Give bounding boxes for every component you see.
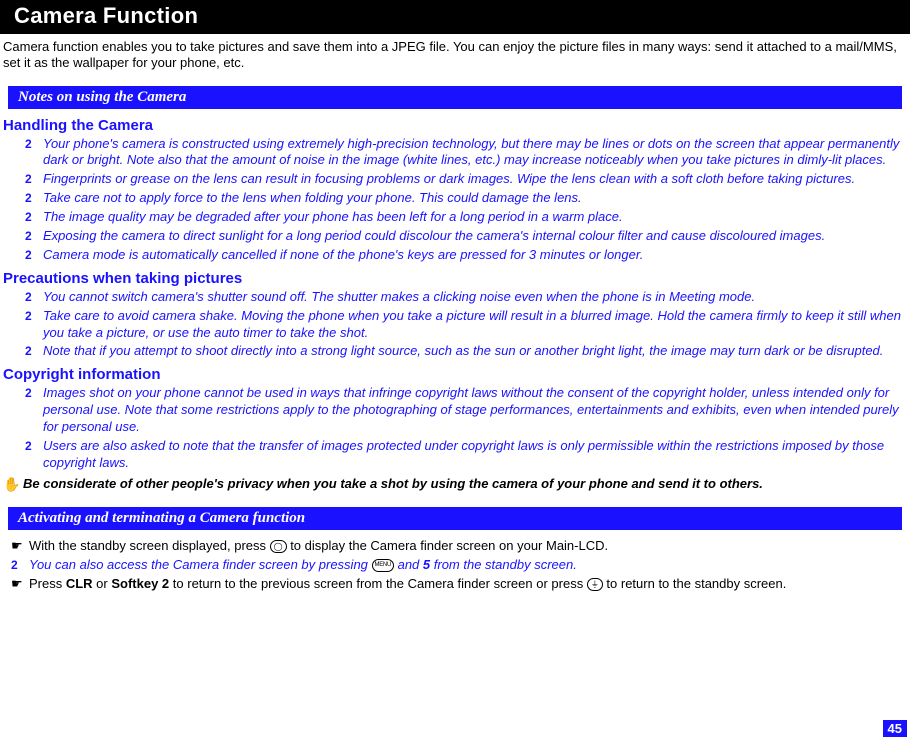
list-item: 2Images shot on your phone cannot be use…: [25, 385, 907, 436]
bullet-text: Users are also asked to note that the tr…: [43, 438, 907, 472]
bullet-text: Camera mode is automatically cancelled i…: [43, 247, 907, 264]
step-text: With the standby screen displayed, press…: [29, 538, 907, 555]
list-item: 2You cannot switch camera's shutter soun…: [25, 289, 907, 306]
text-fragment: You can also access the Camera finder sc…: [29, 557, 372, 572]
end-key-icon: ⏚: [587, 578, 603, 591]
text-fragment: to return to the previous screen from th…: [169, 576, 587, 591]
privacy-note: ✋ Be considerate of other people's priva…: [3, 476, 907, 493]
precautions-bullet-list: 2You cannot switch camera's shutter soun…: [0, 289, 910, 361]
step-text: You can also access the Camera finder sc…: [29, 557, 907, 574]
page-title: Camera Function: [14, 3, 198, 28]
page-title-bar: Camera Function: [0, 0, 910, 34]
book-icon: 2: [25, 385, 43, 401]
list-item: 2The image quality may be degraded after…: [25, 209, 907, 226]
list-item: 2Fingerprints or grease on the lens can …: [25, 171, 907, 188]
bullet-text: You cannot switch camera's shutter sound…: [43, 289, 907, 306]
sub-precautions-heading: Precautions when taking pictures: [3, 270, 907, 287]
bullet-text: Images shot on your phone cannot be used…: [43, 385, 907, 436]
book-icon: 2: [25, 308, 43, 324]
section-notes-heading: Notes on using the Camera: [8, 86, 902, 109]
book-icon: 2: [25, 343, 43, 359]
text-fragment: to display the Camera finder screen on y…: [287, 538, 609, 553]
book-icon: 2: [25, 438, 43, 454]
step-text: Press CLR or Softkey 2 to return to the …: [29, 576, 907, 593]
section-activating-heading: Activating and terminating a Camera func…: [8, 507, 902, 530]
list-item: 2Camera mode is automatically cancelled …: [25, 247, 907, 264]
book-icon: 2: [25, 289, 43, 305]
circle-key-icon: ◯: [270, 540, 287, 553]
list-item: ☛ Press CLR or Softkey 2 to return to th…: [11, 576, 907, 593]
bullet-text: The image quality may be degraded after …: [43, 209, 907, 226]
list-item: 2Note that if you attempt to shoot direc…: [25, 343, 907, 360]
text-fragment: Press: [29, 576, 66, 591]
list-item: 2 You can also access the Camera finder …: [11, 557, 907, 574]
privacy-note-text: Be considerate of other people's privacy…: [23, 476, 907, 491]
text-fragment: or: [93, 576, 112, 591]
activating-list: ☛ With the standby screen displayed, pre…: [0, 538, 910, 593]
list-item: 2Take care not to apply force to the len…: [25, 190, 907, 207]
page-number: 45: [883, 720, 907, 737]
copyright-bullet-list: 2Images shot on your phone cannot be use…: [0, 385, 910, 471]
text-fragment: from the standby screen.: [430, 557, 577, 572]
book-icon: 2: [25, 228, 43, 244]
book-icon: 2: [11, 557, 29, 573]
bullet-text: Your phone's camera is constructed using…: [43, 136, 907, 170]
text-fragment: to return to the standby screen.: [603, 576, 787, 591]
softkey2-key: Softkey 2: [111, 576, 169, 591]
sub-handling-heading: Handling the Camera: [3, 117, 907, 134]
list-item: 2Users are also asked to note that the t…: [25, 438, 907, 472]
text-fragment: and: [394, 557, 423, 572]
list-item: ☛ With the standby screen displayed, pre…: [11, 538, 907, 555]
menu-key-icon: MENU: [372, 559, 394, 572]
bullet-text: Note that if you attempt to shoot direct…: [43, 343, 907, 360]
list-item: 2Exposing the camera to direct sunlight …: [25, 228, 907, 245]
bullet-text: Fingerprints or grease on the lens can r…: [43, 171, 907, 188]
sub-copyright-heading: Copyright information: [3, 366, 907, 383]
list-item: 2Take care to avoid camera shake. Moving…: [25, 308, 907, 342]
book-icon: 2: [25, 190, 43, 206]
handling-bullet-list: 2Your phone's camera is constructed usin…: [0, 136, 910, 264]
book-icon: 2: [25, 136, 43, 152]
intro-text: Camera function enables you to take pict…: [0, 34, 910, 72]
bullet-text: Exposing the camera to direct sunlight f…: [43, 228, 907, 245]
pointer-icon: ☛: [11, 576, 29, 593]
book-icon: 2: [25, 247, 43, 263]
bullet-text: Take care to avoid camera shake. Moving …: [43, 308, 907, 342]
pointer-icon: ☛: [11, 538, 29, 555]
clr-key: CLR: [66, 576, 93, 591]
book-icon: 2: [25, 209, 43, 225]
book-icon: 2: [25, 171, 43, 187]
bullet-text: Take care not to apply force to the lens…: [43, 190, 907, 207]
hand-icon: ✋: [3, 476, 23, 493]
list-item: 2Your phone's camera is constructed usin…: [25, 136, 907, 170]
text-fragment: With the standby screen displayed, press: [29, 538, 270, 553]
